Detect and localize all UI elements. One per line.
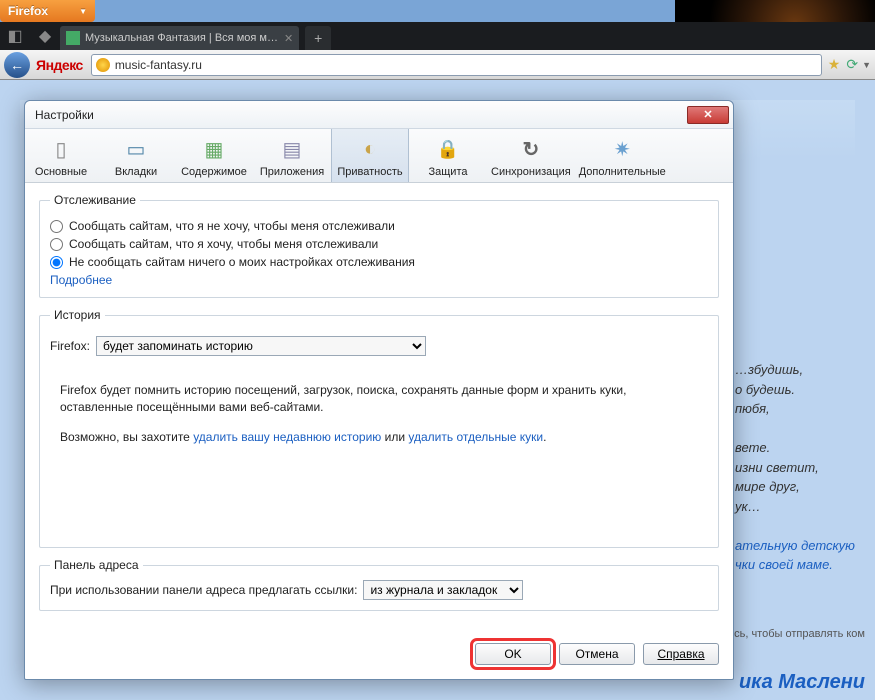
back-button[interactable]: ← [4,52,30,78]
dialog-titlebar[interactable]: Настройки ✕ [25,101,733,129]
clear-recent-history-link[interactable]: удалить вашу недавнюю историю [193,430,381,444]
addressbar-group: Панель адреса При использовании панели а… [39,558,719,611]
url-input[interactable]: music-fantasy.ru [91,54,822,76]
tab-tabs[interactable]: Вкладки [97,129,175,182]
radio-input[interactable] [50,256,63,269]
bookmark-star-icon[interactable]: ★ [828,56,841,73]
clear-cookies-link[interactable]: удалить отдельные куки [408,430,543,444]
app-menu-label: Firefox [8,4,48,18]
side-link[interactable]: чки своей маме. [735,555,865,575]
tab-privacy[interactable]: Приватность [331,129,409,182]
dialog-body: Отслеживание Сообщать сайтам, что я не х… [25,183,733,631]
tab-sync[interactable]: Синхронизация [487,129,575,182]
app-tab-2[interactable]: ◆ [30,22,60,50]
reload-icon[interactable]: ⟳ [846,56,858,73]
lock-icon [432,135,464,163]
tracking-opt-donottrack[interactable]: Сообщать сайтам, что я не хочу, чтобы ме… [50,219,708,233]
tracking-legend: Отслеживание [50,193,140,207]
close-icon[interactable]: ✕ [284,32,293,45]
tab-title: Музыкальная Фантазия | Вся моя м… [85,32,278,44]
history-description: Firefox будет помнить историю посещений,… [60,382,698,416]
help-button[interactable]: Справка [643,643,719,665]
browser-tab[interactable]: Музыкальная Фантазия | Вся моя м… ✕ [60,26,299,50]
tracking-opt-allowtrack[interactable]: Сообщать сайтам, что я хочу, чтобы меня … [50,237,708,251]
ok-highlight: OK [475,643,551,665]
tracking-opt-nopref[interactable]: Не сообщать сайтам ничего о моих настрой… [50,255,708,269]
general-icon [45,135,77,163]
gear-icon [606,135,638,163]
app-tab-1[interactable]: ◧ [0,22,30,50]
history-prefix: Firefox: [50,339,90,353]
settings-dialog: Настройки ✕ Основные Вкладки Содержимое … [24,100,734,680]
firefox-menu-button[interactable]: Firefox ▼ [0,0,95,22]
close-button[interactable]: ✕ [687,106,729,124]
tab-strip: ◧ ◆ Музыкальная Фантазия | Вся моя м… ✕ … [0,22,875,50]
dialog-button-row: OK Отмена Справка [25,631,733,679]
apps-icon [276,135,308,163]
history-group: История Firefox: будет запоминать истори… [39,308,719,548]
addressbar-suggest-select[interactable]: из журнала и закладок [363,580,523,600]
favicon-icon [66,31,80,45]
tab-applications[interactable]: Приложения [253,129,331,182]
chevron-down-icon: ▼ [79,7,87,16]
side-link[interactable]: ательную детскую [735,536,865,556]
sync-icon [515,135,547,163]
ok-button[interactable]: OK [475,643,551,665]
site-favicon-icon [96,58,110,72]
privacy-mask-icon [354,135,386,163]
new-tab-button[interactable]: + [305,26,331,50]
content-icon [198,135,230,163]
comment-hint: есь, чтобы отправлять ком [728,628,865,640]
dialog-title: Настройки [35,108,94,122]
cancel-button[interactable]: Отмена [559,643,635,665]
url-toolbar: ← Яндекс music-fantasy.ru ★ ⟳ ▼ [0,50,875,80]
history-mode-select[interactable]: будет запоминать историю [96,336,426,356]
side-poem: …збудишь, о будешь. пюбя, вете. изни све… [735,360,865,575]
settings-tabbar: Основные Вкладки Содержимое Приложения П… [25,129,733,183]
tabs-icon [120,135,152,163]
url-text: music-fantasy.ru [115,58,202,72]
history-links-line: Возможно, вы захотите удалить вашу недав… [60,430,698,444]
yandex-label[interactable]: Яндекс [36,57,83,73]
tab-general[interactable]: Основные [25,129,97,182]
footer-heading: ика Маслени [739,671,865,694]
tab-security[interactable]: Защита [409,129,487,182]
chevron-down-icon[interactable]: ▼ [862,60,871,70]
radio-input[interactable] [50,220,63,233]
addressbar-label: При использовании панели адреса предлага… [50,583,357,597]
tab-advanced[interactable]: Дополнительные [575,129,670,182]
tracking-group: Отслеживание Сообщать сайтам, что я не х… [39,193,719,298]
history-legend: История [50,308,105,322]
addressbar-legend: Панель адреса [50,558,143,572]
radio-input[interactable] [50,238,63,251]
tracking-more-link[interactable]: Подробнее [50,273,708,287]
tab-content[interactable]: Содержимое [175,129,253,182]
